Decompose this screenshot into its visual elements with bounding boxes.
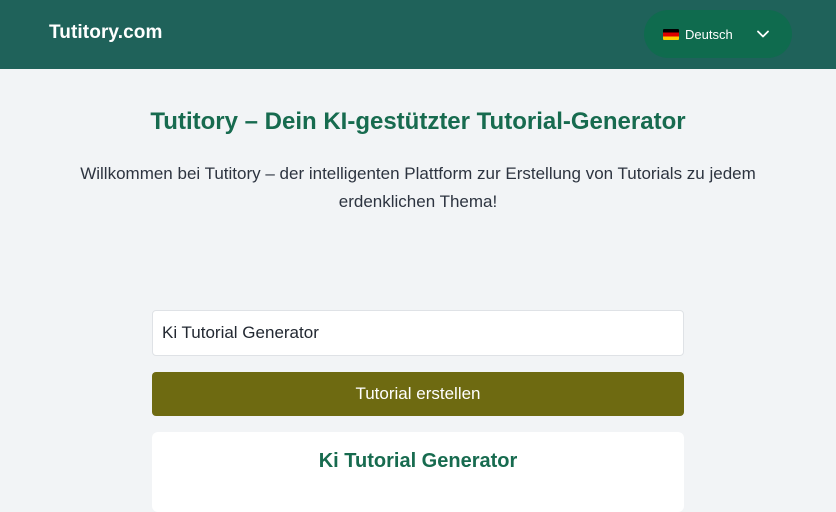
chevron-down-icon [757, 30, 769, 38]
top-header: Tutitory.com Deutsch [0, 0, 836, 69]
language-selector[interactable]: Deutsch [644, 10, 792, 58]
page-title: Tutitory – Dein KI-gestützter Tutorial-G… [150, 108, 686, 135]
result-card: Ki Tutorial Generator [152, 432, 684, 512]
language-label: Deutsch [685, 26, 733, 42]
topic-input[interactable] [152, 310, 684, 356]
result-title: Ki Tutorial Generator [318, 450, 518, 472]
intro-text: Willkommen bei Tutitory – der intelligen… [80, 164, 756, 211]
brand-logo[interactable]: Tutitory.com [49, 22, 162, 44]
german-flag-icon [663, 28, 679, 40]
create-tutorial-button[interactable]: Tutorial erstellen [152, 372, 684, 416]
